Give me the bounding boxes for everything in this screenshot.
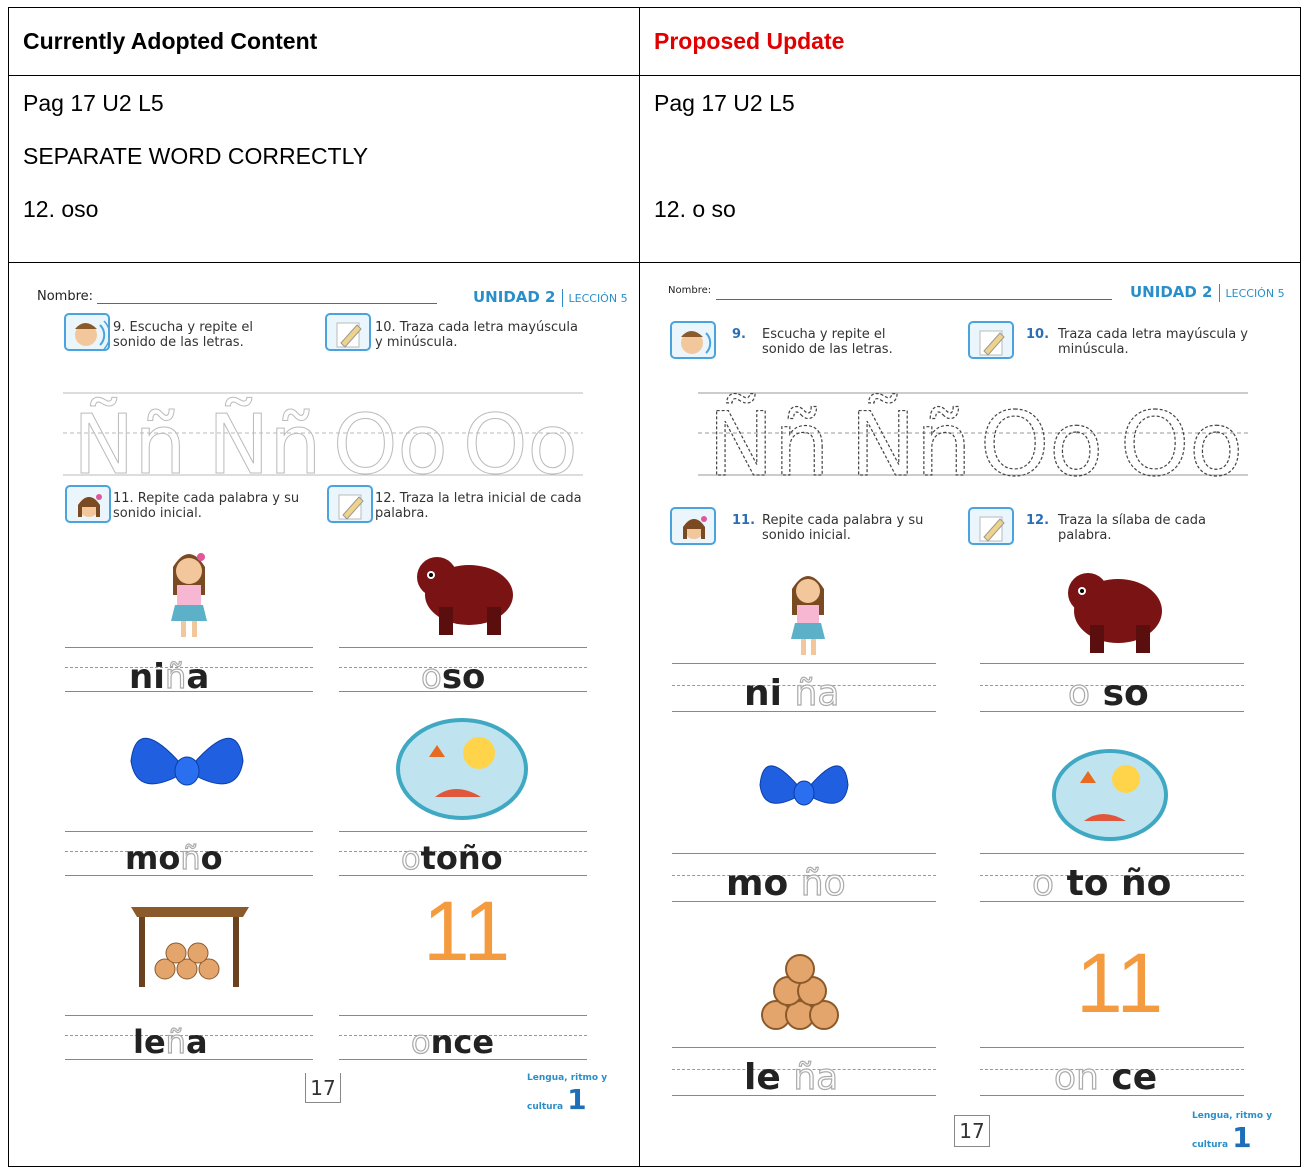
trace-letter-4: Oo	[463, 398, 578, 493]
trace-letter-2: Ññ	[850, 393, 972, 491]
word-once: once	[410, 1022, 495, 1061]
word-oso: oso	[420, 656, 486, 697]
lesson-text: LECCIÓN 5	[568, 292, 628, 305]
page-number: 17	[305, 1073, 341, 1103]
name-line	[97, 303, 437, 304]
trace-pencil-icon-2	[327, 485, 373, 523]
trace-pencil-icon	[325, 313, 371, 351]
instruction-12: Traza la sílaba de cada palabra.	[1058, 513, 1207, 543]
bear-picture	[1068, 573, 1162, 653]
instruction-10: 10. Traza cada letra mayúscula y minúscu…	[375, 320, 578, 350]
unit-text: UNIDAD 2	[473, 288, 556, 306]
word-ni-na: ni ña	[744, 672, 840, 714]
header-proposed: Proposed Update	[639, 7, 1301, 76]
trace-letter-3: Oo	[980, 393, 1103, 491]
proposed-page-ref: Pag 17 U2 L5	[654, 90, 795, 116]
nombre-label: Nombre:	[668, 285, 712, 296]
word-mono: moño	[125, 838, 223, 877]
proposed-blank	[654, 143, 1286, 196]
header-current: Currently Adopted Content	[8, 7, 640, 76]
trace-letter-2: Ññ	[208, 397, 321, 493]
word-mo-no: mo ño	[726, 862, 846, 904]
name-line	[716, 299, 1112, 300]
current-item: 12. oso	[23, 196, 99, 222]
bear-picture	[417, 557, 513, 635]
letter-tracing-row: Ññ Ññ Oo Oo	[698, 392, 1248, 491]
bow-picture	[130, 737, 244, 786]
instruction-11-number: 11.	[732, 513, 756, 528]
instruction-9: Escucha y repite el sonido de las letras…	[762, 327, 893, 357]
word-nina: niña	[129, 656, 210, 697]
trace-pencil-icon	[968, 321, 1014, 359]
unit-label: UNIDAD 2 LECCIÓN 5	[473, 288, 628, 307]
letter-tracing-row: Ññ Ññ Oo Oo	[63, 392, 583, 493]
woodshed-picture	[131, 907, 249, 987]
trace-pencil-icon-2	[968, 507, 1014, 545]
word-le-na: le ña	[744, 1056, 839, 1098]
word-on-ce: on ce	[1053, 1056, 1158, 1098]
trace-letter-1: Ññ	[708, 393, 830, 491]
girl-picture	[791, 576, 825, 655]
current-instruction: SEPARATE WORD CORRECTLY	[23, 143, 369, 169]
word-lena: leña	[133, 1022, 208, 1061]
proposed-item: 12. o so	[654, 196, 736, 222]
instruction-12: 12. Traza la letra inicial de cada palab…	[375, 491, 582, 521]
listen-icon	[670, 321, 716, 359]
instruction-11: 11. Repite cada palabra y su sonido inic…	[113, 491, 300, 521]
current-page-ref: Pag 17 U2 L5	[23, 90, 164, 116]
firewood-picture	[761, 954, 839, 1030]
girl-picture	[171, 553, 207, 637]
number-eleven: 11	[423, 884, 511, 978]
current-notes: Pag 17 U2 L5 SEPARATE WORD CORRECTLY 12.…	[8, 75, 640, 263]
nombre-label: Nombre:	[37, 289, 94, 304]
trace-letter-3: Oo	[333, 398, 448, 493]
publisher-logo: Lengua, ritmo y cultura 1	[527, 1073, 608, 1116]
instruction-10-number: 10.	[1026, 327, 1050, 342]
listen-icon	[64, 313, 110, 351]
trace-letter-4: Oo	[1120, 393, 1243, 491]
girl-speaking-icon	[65, 485, 111, 523]
lesson-text: LECCIÓN 5	[1225, 287, 1285, 300]
current-page-image: Nombre: UNIDAD 2 LECCIÓN 5 9. Escucha y r…	[8, 262, 640, 1167]
word-o-to-no: o to ño	[1031, 862, 1172, 904]
unit-text: UNIDAD 2	[1130, 283, 1213, 301]
instruction-12-number: 12.	[1026, 513, 1050, 528]
unit-label: UNIDAD 2 LECCIÓN 5	[1130, 283, 1285, 302]
autumn-oval-picture	[396, 718, 528, 820]
bow-picture	[759, 765, 849, 806]
girl-speaking-icon	[670, 507, 716, 545]
proposed-notes: Pag 17 U2 L5 12. o so	[639, 75, 1301, 263]
autumn-oval-picture	[1052, 749, 1168, 841]
page-number: 17	[954, 1115, 990, 1147]
word-o-so: o so	[1067, 672, 1149, 714]
instruction-9: 9. Escucha y repite el sonido de las let…	[113, 320, 253, 350]
comparison-table: Currently Adopted Content Proposed Updat…	[8, 7, 1301, 1167]
instruction-10: Traza cada letra mayúscula y minúscula.	[1058, 327, 1249, 357]
trace-letter-1: Ññ	[73, 397, 186, 493]
publisher-logo: Lengua, ritmo y cultura 1	[1192, 1111, 1273, 1154]
word-otono: otoño	[400, 838, 503, 877]
instruction-9-number: 9.	[732, 327, 746, 342]
number-eleven: 11	[1076, 936, 1164, 1030]
instruction-11: Repite cada palabra y su sonido inicial.	[762, 513, 924, 543]
proposed-page-image: Nombre: UNIDAD 2 LECCIÓN 5 9. Escucha y r…	[639, 262, 1301, 1167]
